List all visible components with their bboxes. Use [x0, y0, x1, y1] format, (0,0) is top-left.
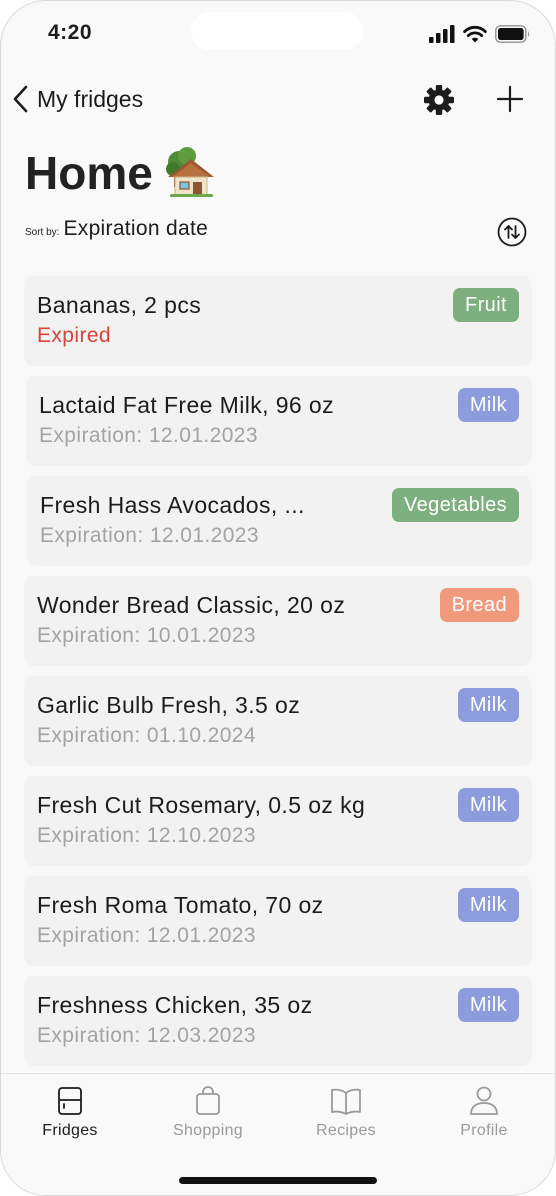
item-expiration: Expiration: 12.01.2023 [39, 424, 258, 447]
list-item[interactable]: Wonder Bread Classic, 20 oz Expiration: … [25, 576, 531, 664]
item-expiration: Expiration: 12.03.2023 [37, 1024, 256, 1047]
item-expiration: Expiration: 12.10.2023 [37, 824, 256, 847]
sort-selector[interactable]: Sort by: Expiration date [25, 217, 208, 241]
list-item[interactable]: Fresh Cut Rosemary, 0.5 oz kg Expiration… [25, 776, 531, 864]
tab-shopping[interactable]: Shopping [158, 1086, 258, 1140]
item-expiration: Expiration: 10.01.2023 [37, 624, 256, 647]
status-time: 4:20 [48, 21, 93, 44]
item-expiration: Expiration: 12.01.2023 [37, 924, 256, 947]
tab-label: Shopping [172, 1122, 244, 1139]
item-expiration: Expiration: 12.01.2023 [40, 524, 259, 547]
chevron-left-icon [13, 85, 28, 113]
page-title: Home [25, 147, 153, 199]
item-expiration: Expired [37, 324, 112, 347]
category-tag: Bread [439, 588, 519, 622]
wifi-icon [463, 25, 487, 43]
list-item[interactable]: Garlic Bulb Fresh, 3.5 oz Expiration: 01… [25, 676, 531, 764]
page-header: Home [25, 141, 217, 205]
list-item[interactable]: Lactaid Fat Free Milk, 96 oz Expiration:… [27, 376, 531, 464]
tab-label: Profile [460, 1122, 508, 1139]
tab-label: Fridges [42, 1122, 98, 1139]
category-tag: Vegetables [392, 488, 519, 522]
home-indicator [179, 1177, 377, 1184]
tab-label: Recipes [316, 1122, 376, 1139]
app-screen: 4:20 My fridges Home Sort by: Expiration… [0, 0, 556, 1196]
back-label: My fridges [37, 85, 144, 112]
list-item[interactable]: Bananas, 2 pcs Expired Fruit [25, 276, 531, 364]
battery-icon [495, 25, 530, 43]
back-button[interactable]: My fridges [11, 81, 143, 117]
item-name: Lactaid Fat Free Milk, 96 oz [39, 392, 334, 418]
book-icon [331, 1088, 361, 1115]
house-with-tree-icon [165, 147, 214, 197]
cellular-signal-icon [429, 25, 455, 43]
category-tag: Fruit [453, 288, 519, 322]
tab-profile[interactable]: Profile [434, 1086, 534, 1140]
item-name: Garlic Bulb Fresh, 3.5 oz [37, 692, 301, 718]
dynamic-island [191, 12, 363, 50]
item-name: Fresh Cut Rosemary, 0.5 oz kg [37, 792, 366, 818]
category-tag: Milk [457, 688, 519, 722]
category-tag: Milk [457, 788, 519, 822]
person-icon [470, 1086, 498, 1115]
gear-icon[interactable] [422, 83, 456, 117]
fridge-icon [58, 1087, 82, 1115]
list-item[interactable]: Fresh Roma Tomato, 70 oz Expiration: 12.… [25, 876, 531, 964]
sort-order-icon[interactable] [497, 217, 527, 247]
category-tag: Milk [457, 888, 519, 922]
item-name: Wonder Bread Classic, 20 oz [37, 592, 346, 618]
list-item[interactable]: Freshness Chicken, 35 oz Expiration: 12.… [25, 976, 531, 1064]
item-name: Bananas, 2 pcs [37, 292, 202, 318]
item-name: Freshness Chicken, 35 oz [37, 992, 313, 1018]
sort-label: Sort by: [25, 227, 60, 238]
fridge-item-list: Bananas, 2 pcs Expired Fruit Lactaid Fat… [25, 276, 531, 1076]
list-item[interactable]: Fresh Hass Avocados, ... Expiration: 12.… [28, 476, 531, 564]
status-icons [429, 23, 531, 45]
item-name: Fresh Roma Tomato, 70 oz [37, 892, 324, 918]
category-tag: Milk [457, 388, 519, 422]
category-tag: Milk [457, 988, 519, 1022]
tab-fridges[interactable]: Fridges [20, 1086, 120, 1140]
tab-recipes[interactable]: Recipes [296, 1086, 396, 1140]
item-expiration: Expiration: 01.10.2024 [37, 724, 256, 747]
shopping-bag-icon [196, 1086, 220, 1115]
item-name: Fresh Hass Avocados, ... [40, 492, 305, 518]
sort-value[interactable]: Expiration date [63, 217, 208, 241]
plus-icon[interactable] [494, 83, 526, 115]
